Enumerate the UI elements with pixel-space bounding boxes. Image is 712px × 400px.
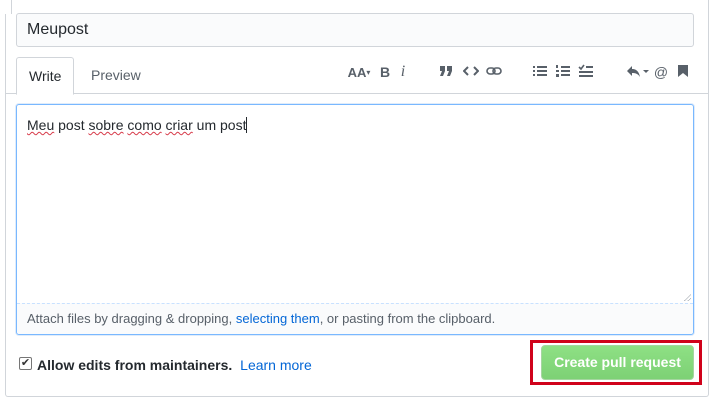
dropzone-text-suffix: , or pasting from the clipboard. (319, 311, 496, 326)
text-size-icon[interactable]: AA▾ (344, 61, 374, 83)
allow-edits-text: Allow edits from maintainers. (37, 357, 233, 373)
code-icon[interactable] (461, 61, 481, 83)
comment-word: sobre (88, 117, 124, 133)
quote-icon[interactable] (436, 61, 456, 83)
mention-icon[interactable]: @ (653, 61, 669, 83)
resize-handle[interactable] (684, 294, 691, 301)
title-input[interactable] (16, 13, 694, 47)
bold-icon[interactable]: B (378, 61, 392, 83)
comment-word: um (196, 117, 217, 133)
comment-word: como (127, 117, 162, 133)
comment-word: criar (165, 117, 193, 133)
dropzone-text-prefix: Attach files by dragging & dropping, (27, 311, 236, 326)
comment-word: post (220, 117, 247, 133)
learn-more-link[interactable]: Learn more (240, 357, 312, 373)
comment-textarea[interactable]: Meu post sobre como criar um post Attach… (16, 104, 694, 335)
tab-preview[interactable]: Preview (79, 57, 153, 94)
allow-edits-checkbox[interactable]: ✔ (19, 357, 32, 370)
link-icon[interactable] (484, 61, 504, 83)
tab-write[interactable]: Write (16, 57, 75, 95)
file-attach-dropzone[interactable]: Attach files by dragging & dropping, sel… (17, 303, 693, 334)
panel-caret (5, 0, 12, 14)
comment-word: post (58, 117, 85, 133)
comment-body-text: Meu post sobre como criar um post (27, 117, 248, 133)
numbered-list-icon[interactable] (554, 61, 572, 83)
reply-icon[interactable] (624, 61, 650, 83)
bulleted-list-icon[interactable] (531, 61, 549, 83)
text-cursor (246, 117, 248, 133)
task-list-icon[interactable] (577, 61, 595, 83)
allow-edits-label: Allow edits from maintainers. Learn more (37, 357, 312, 373)
bookmark-icon[interactable] (676, 61, 690, 83)
italic-icon[interactable]: i (397, 61, 409, 83)
comment-word: Meu (27, 117, 55, 133)
create-pull-request-button[interactable]: Create pull request (541, 345, 694, 380)
select-files-link[interactable]: selecting them (236, 311, 320, 326)
text-size-label: AA (347, 65, 367, 80)
